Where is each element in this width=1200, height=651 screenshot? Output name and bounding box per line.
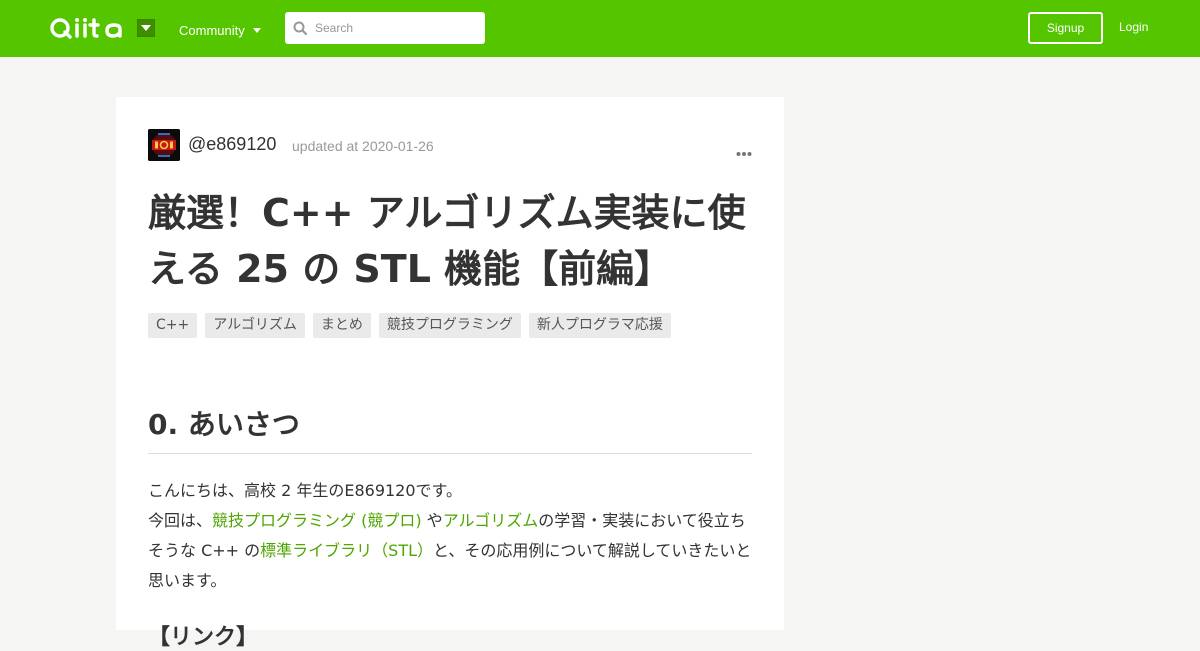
top-navbar: Community Signup Login [0,0,1200,57]
next-section-heading: 【リンク】 [148,625,259,650]
article-title: 厳選！C++ アルゴリズム実装に使える 25 の STL 機能【前編】 [148,191,746,291]
community-menu[interactable]: Community [179,21,261,39]
search-box [285,12,485,44]
algorithm-link[interactable]: アルゴリズム [443,511,539,530]
community-label: Community [179,22,245,38]
qiita-logo[interactable] [50,12,126,48]
competitive-programming-link[interactable]: 競技プログラミング (競プロ) [212,511,422,530]
section-heading: 0. あいさつ [148,403,752,454]
logo-menu-toggle[interactable] [137,19,155,37]
tag-list: C++ アルゴリズム まとめ 競技プログラミング 新人プログラマ応援 [148,313,671,338]
intro-paragraph: こんにちは、高校 2 年生のE869120です。 今回は、競技プログラミング (… [148,476,752,596]
search-icon [293,21,307,35]
stl-link[interactable]: 標準ライブラリ（STL） [260,541,433,560]
article-card: @e869120 updated at 2020-01-26 厳選！C++ アル… [116,97,784,650]
caret-down-icon [252,27,261,33]
tag-competitive-programming[interactable]: 競技プログラミング [378,313,521,338]
tag-algorithm[interactable]: アルゴリズム [205,313,305,338]
text-fragment: 今回は、 [148,511,213,530]
search-input[interactable] [315,12,475,44]
tag-beginner-support[interactable]: 新人プログラマ応援 [528,313,671,338]
author-username[interactable]: @e869120 [188,134,276,155]
intro-sentence: 今回は、競技プログラミング (競プロ) やアルゴリズムの学習・実装において役立ち… [148,506,752,596]
tag-cpp[interactable]: C++ [148,313,198,338]
avatar[interactable] [148,129,180,161]
tag-matome[interactable]: まとめ [312,313,371,338]
more-icon[interactable] [736,142,752,161]
login-link[interactable]: Login [1119,20,1148,34]
intro-line: こんにちは、高校 2 年生のE869120です。 [148,481,462,500]
signup-button[interactable]: Signup [1028,12,1103,44]
text-fragment: や [421,511,443,530]
caret-down-icon [141,25,151,31]
updated-date: updated at 2020-01-26 [292,138,434,154]
